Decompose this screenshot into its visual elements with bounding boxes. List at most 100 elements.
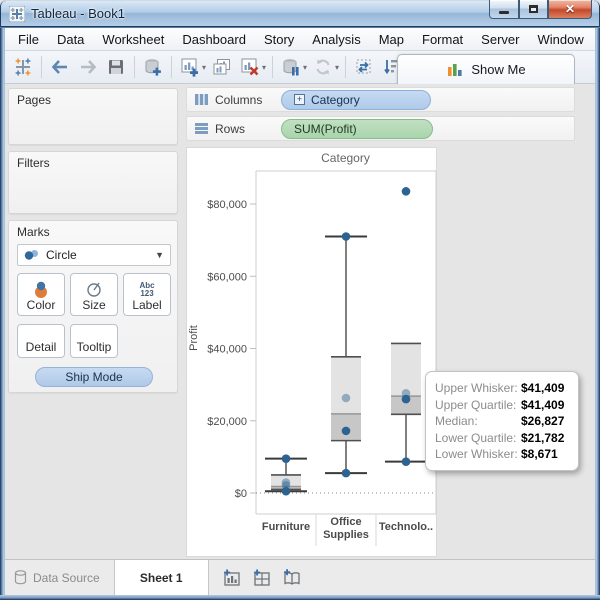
mark-circle[interactable] xyxy=(401,394,411,404)
marks-card: Marks Circle ▼ Color Size Abc 123 Label … xyxy=(8,220,178,393)
undo-back-button[interactable] xyxy=(47,54,73,80)
pause-updates-dropdown-caret[interactable]: ▾ xyxy=(303,63,307,72)
new-story-tab-button[interactable] xyxy=(277,560,307,595)
data-source-icon xyxy=(14,570,27,585)
new-worksheet-tab-button[interactable] xyxy=(217,560,247,595)
redo-forward-button[interactable] xyxy=(75,54,101,80)
data-source-tab[interactable]: Data Source xyxy=(5,560,114,595)
expand-icon[interactable]: + xyxy=(294,94,305,105)
filters-shelf[interactable]: Filters xyxy=(8,151,178,214)
menu-item-map[interactable]: Map xyxy=(370,32,413,47)
sheet1-tab-label: Sheet 1 xyxy=(139,570,183,585)
box-upper-half[interactable] xyxy=(331,356,361,414)
tooltip-row: Lower Quartile: $21,782 xyxy=(435,430,569,447)
menu-item-help[interactable]: Help xyxy=(593,32,600,47)
menu-item-analysis[interactable]: Analysis xyxy=(303,32,369,47)
window-border-left xyxy=(0,26,5,600)
tooltip-row: Upper Whisker: $41,409 xyxy=(435,380,569,397)
duplicate-sheet-button[interactable] xyxy=(209,54,235,80)
size-icon xyxy=(87,282,101,297)
y-tick-label: $80,000 xyxy=(207,199,247,211)
clear-sheet-dropdown-caret[interactable]: ▾ xyxy=(262,63,266,72)
window-controls: ✕ xyxy=(489,0,592,19)
columns-shelf[interactable]: Columns + Category xyxy=(186,87,575,112)
ship-mode-pill[interactable]: Ship Mode xyxy=(35,367,153,387)
title-bar[interactable]: Tableau - Book1 ✕ xyxy=(0,0,600,28)
category-pill[interactable]: + Category xyxy=(281,89,431,110)
tooltip-stat-label: Lower Quartile: xyxy=(435,430,517,445)
tooltip-stat-value: $41,409 xyxy=(521,397,565,412)
tooltip-stat-value: $41,409 xyxy=(521,381,565,395)
category-pill-label: Category xyxy=(311,92,360,107)
close-button[interactable]: ✕ xyxy=(548,0,592,19)
detail-button[interactable]: Detail xyxy=(17,324,65,358)
pages-shelf[interactable]: Pages xyxy=(8,88,178,145)
tooltip-button[interactable]: Tooltip xyxy=(70,324,118,358)
tooltip-rows: Upper Whisker: $41,409 Upper Quartile: $41,… xyxy=(435,380,569,463)
tooltip-stat-label: Lower Whisker: xyxy=(435,447,518,462)
mark-circle[interactable] xyxy=(341,232,351,241)
tooltip-stat-value: $21,782 xyxy=(521,430,565,445)
minimize-icon xyxy=(499,10,509,14)
new-worksheet-button[interactable] xyxy=(177,54,203,80)
tableau-logo-icon[interactable] xyxy=(10,54,36,80)
menu-item-server[interactable]: Server xyxy=(472,32,528,47)
mark-circle[interactable] xyxy=(281,454,291,463)
sum-profit-pill[interactable]: SUM(Profit) xyxy=(281,118,433,139)
label-button[interactable]: Abc 123 Label xyxy=(123,273,171,316)
tooltip-stat-label: Upper Quartile: xyxy=(435,397,517,412)
color-button[interactable]: Color xyxy=(17,273,65,316)
x-category-label: Office xyxy=(330,516,361,528)
swap-rows-columns-button[interactable] xyxy=(351,54,377,80)
y-tick-label: $0 xyxy=(235,488,247,500)
detail-button-label: Detail xyxy=(25,340,57,354)
menu-item-file[interactable]: File xyxy=(9,32,48,47)
minimize-button[interactable] xyxy=(489,0,519,19)
new-worksheet-dropdown-caret[interactable]: ▾ xyxy=(202,63,206,72)
tableau-window: Tableau - Book1 ✕ File Data Worksheet Dashb… xyxy=(0,0,600,600)
x-category-label: Technolo.. xyxy=(379,521,433,533)
maximize-button[interactable] xyxy=(519,0,548,19)
menu-item-story[interactable]: Story xyxy=(255,32,303,47)
box-upper-half[interactable] xyxy=(391,343,421,397)
sheet1-tab[interactable]: Sheet 1 xyxy=(114,560,209,595)
add-data-source-button[interactable] xyxy=(140,54,166,80)
menu-item-format[interactable]: Format xyxy=(413,32,472,47)
chevron-down-icon: ▼ xyxy=(155,250,164,260)
pause-auto-updates-button[interactable] xyxy=(278,54,304,80)
show-me-label: Show Me xyxy=(471,62,526,77)
show-me-icon xyxy=(448,63,462,76)
menu-item-window[interactable]: Window xyxy=(528,32,592,47)
data-source-label: Data Source xyxy=(33,570,100,585)
y-axis-title: Profit xyxy=(188,325,200,351)
show-me-button[interactable]: Show Me xyxy=(397,54,575,84)
mark-circle[interactable] xyxy=(401,187,411,196)
boxplot-tooltip: Upper Whisker: $41,409 Upper Quartile: $41,… xyxy=(425,371,579,471)
mark-circle[interactable] xyxy=(341,393,351,403)
size-button-label: Size xyxy=(82,298,106,312)
menu-item-data[interactable]: Data xyxy=(48,32,93,47)
mark-circle[interactable] xyxy=(341,426,351,436)
menu-item-worksheet[interactable]: Worksheet xyxy=(93,32,173,47)
mark-circle[interactable] xyxy=(281,486,291,496)
window-border-right xyxy=(595,26,600,600)
rows-shelf[interactable]: Rows SUM(Profit) xyxy=(186,116,575,141)
toolbar-separator xyxy=(345,56,347,78)
toolbar-separator xyxy=(41,56,42,78)
clear-sheet-button[interactable] xyxy=(237,54,263,80)
columns-icon xyxy=(195,94,208,105)
tooltip-button-label: Tooltip xyxy=(76,340,112,354)
mark-circle[interactable] xyxy=(341,468,351,478)
maximize-icon xyxy=(529,5,538,13)
y-tick-label: $40,000 xyxy=(207,344,247,356)
label-button-label: Label xyxy=(132,298,162,312)
menu-item-dashboard[interactable]: Dashboard xyxy=(173,32,255,47)
save-button[interactable] xyxy=(103,54,129,80)
refresh-dropdown-caret[interactable]: ▾ xyxy=(335,63,339,72)
new-dashboard-tab-button[interactable] xyxy=(247,560,277,595)
size-button[interactable]: Size xyxy=(70,273,118,316)
refresh-button[interactable] xyxy=(310,54,336,80)
mark-circle[interactable] xyxy=(401,457,411,466)
color-button-label: Color xyxy=(26,298,56,312)
mark-type-dropdown[interactable]: Circle ▼ xyxy=(17,244,171,266)
